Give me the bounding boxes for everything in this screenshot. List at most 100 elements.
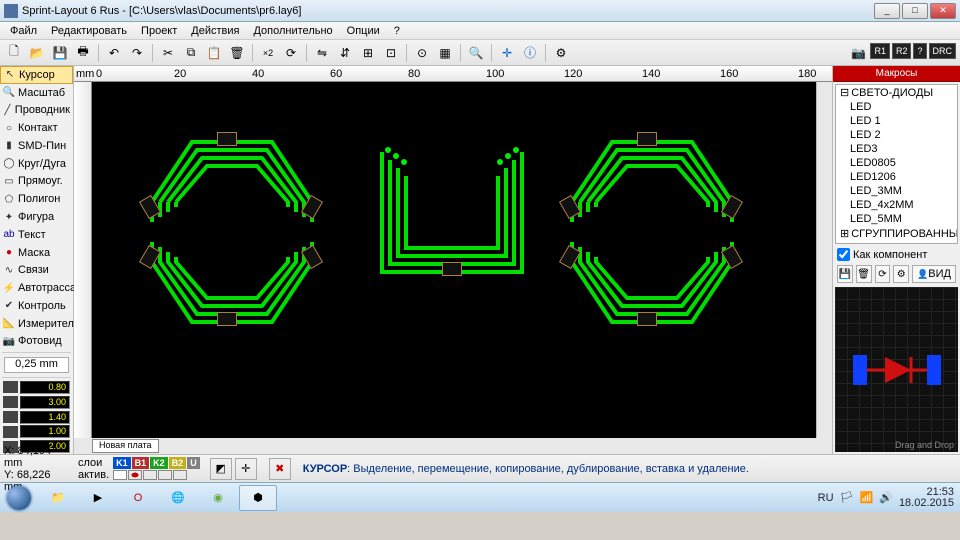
tool-Круг/Дуга[interactable]: ◯Круг/Дуга (0, 155, 73, 173)
redo-button[interactable]: ↷ (127, 43, 147, 63)
task-chrome[interactable]: 🌐 (159, 485, 197, 511)
menu-1[interactable]: Редактировать (45, 23, 133, 39)
info-button[interactable]: ⓘ (520, 43, 540, 63)
tree-item-LED3[interactable]: LED3 (836, 142, 957, 156)
menu-2[interactable]: Проект (135, 23, 183, 39)
chip-R2[interactable]: R2 (892, 43, 912, 59)
as-component-checkbox[interactable] (837, 248, 850, 261)
tree-item-LED_4x2MM[interactable]: LED_4x2MM (836, 198, 957, 212)
mirror-v-button[interactable]: ⇵ (335, 43, 355, 63)
menu-4[interactable]: Дополнительно (247, 23, 338, 39)
tool-Проводник[interactable]: ╱Проводник (0, 102, 73, 120)
status-btn-2[interactable]: ✛ (235, 458, 257, 480)
close-button[interactable]: ✕ (930, 3, 956, 19)
copy-button[interactable]: ⧉ (181, 43, 201, 63)
layer-K2[interactable]: K2 (150, 457, 168, 469)
tree-group[interactable]: СВЕТО-ДИОДЫ (836, 85, 957, 100)
maximize-button[interactable]: □ (902, 3, 928, 19)
param-0[interactable]: 0.80 (20, 381, 70, 394)
tree-item-LED_3MM[interactable]: LED_3MM (836, 184, 957, 198)
chip-DRC[interactable]: DRC (929, 43, 957, 59)
tray-network-icon[interactable]: 📶 (860, 491, 874, 504)
macro-preview[interactable]: Drag and Drop (835, 287, 958, 452)
param-1[interactable]: 3.00 (20, 396, 70, 409)
tree-item-LED_5MM[interactable]: LED_5MM (836, 212, 957, 226)
save-button[interactable]: 💾 (50, 43, 70, 63)
cut-button[interactable]: ✂ (158, 43, 178, 63)
tree-item-LED 1[interactable]: LED 1 (836, 114, 957, 128)
macros-tree[interactable]: СВЕТО-ДИОДЫLEDLED 1LED 2LED3LED0805LED12… (835, 84, 958, 244)
tool-SMD-Пин[interactable]: ▮SMD-Пин (0, 137, 73, 155)
grid-value[interactable]: 0,25 mm (4, 357, 69, 373)
task-opera[interactable]: O (119, 485, 157, 511)
zoom-button[interactable]: 🔍 (466, 43, 486, 63)
macro-save-button[interactable]: 💾 (837, 265, 853, 283)
tool-Фигура[interactable]: ✦Фигура (0, 208, 73, 226)
chip-?[interactable]: ? (913, 43, 926, 59)
new-file-button[interactable]: 🗋 (4, 43, 24, 63)
tray-flag-icon[interactable]: 🏳 (840, 491, 854, 504)
tray-volume-icon[interactable]: 🔊 (879, 491, 893, 504)
tree-item-LED[interactable]: LED (836, 100, 957, 114)
tool-Фотовид[interactable]: 📷Фотовид (0, 333, 73, 351)
camera-icon[interactable]: 📷 (848, 43, 868, 63)
gear-button[interactable]: ⚙ (551, 43, 571, 63)
layer-B2[interactable]: B2 (169, 457, 187, 469)
task-explorer[interactable]: 📁 (39, 485, 77, 511)
status-cancel-icon[interactable]: ✖ (269, 458, 291, 480)
delete-button[interactable]: 🗑 (227, 43, 247, 63)
tool-Прямоуг.[interactable]: ▭Прямоуг. (0, 173, 73, 191)
tree-item-LED 2[interactable]: LED 2 (836, 128, 957, 142)
print-button[interactable]: 🖶 (73, 43, 93, 63)
status-btn-1[interactable]: ◩ (210, 458, 232, 480)
tray-clock[interactable]: 21:53 18.02.2015 (899, 487, 954, 509)
tool-Текст[interactable]: abТекст (0, 226, 73, 244)
tool-Масштаб[interactable]: 🔍Масштаб (0, 84, 73, 102)
macro-delete-button[interactable]: 🗑 (856, 265, 872, 283)
menu-0[interactable]: Файл (4, 23, 43, 39)
macro-settings-button[interactable]: ⚙ (893, 265, 909, 283)
mirror-h-button[interactable]: ⇋ (312, 43, 332, 63)
tool-Контроль[interactable]: ✔Контроль (0, 297, 73, 315)
param-3[interactable]: 1.00 (20, 425, 70, 438)
tree-item-LED0805[interactable]: LED0805 (836, 156, 957, 170)
tree-collapsed-СГРУППИРОВАННЫЕ ОТВЕР[interactable]: СГРУППИРОВАННЫЕ ОТВЕР (836, 226, 957, 241)
tool-Контакт[interactable]: ○Контакт (0, 119, 73, 137)
task-app[interactable]: ⬢ (239, 485, 277, 511)
pcb-canvas[interactable] (92, 82, 816, 438)
menu-6[interactable]: ? (388, 23, 406, 39)
layer-U[interactable]: U (187, 457, 200, 469)
layer-K1[interactable]: K1 (113, 457, 131, 469)
paste-button[interactable]: 📋 (204, 43, 224, 63)
tree-item-LED1206[interactable]: LED1206 (836, 170, 957, 184)
tool-Полигон[interactable]: ⬠Полигон (0, 190, 73, 208)
align-button[interactable]: ⊞ (358, 43, 378, 63)
task-media[interactable]: ▶ (79, 485, 117, 511)
crosshair-button[interactable]: ✛ (497, 43, 517, 63)
rotate-button[interactable]: ⟳ (281, 43, 301, 63)
horizontal-scrollbar[interactable]: Новая плата (74, 438, 832, 454)
tool-Маска[interactable]: ●Маска (0, 244, 73, 262)
minimize-button[interactable]: _ (874, 3, 900, 19)
board-tab[interactable]: Новая плата (92, 439, 159, 453)
tool-Автотрасса[interactable]: ⚡Автотрасса (0, 279, 73, 297)
group-button[interactable]: ⊡ (381, 43, 401, 63)
vertical-scrollbar[interactable] (816, 82, 832, 438)
tool-Измеритель[interactable]: 📐Измеритель (0, 315, 73, 333)
param-2[interactable]: 1.40 (20, 411, 70, 424)
menu-5[interactable]: Опции (341, 23, 386, 39)
macro-rotate-button[interactable]: ⟳ (875, 265, 891, 283)
layer-button[interactable]: ▦ (435, 43, 455, 63)
macro-view-button[interactable]: 👤 ВИД (912, 265, 956, 283)
undo-button[interactable]: ↶ (104, 43, 124, 63)
chip-R1[interactable]: R1 (870, 43, 890, 59)
layer-B1[interactable]: B1 (132, 457, 150, 469)
snap-button[interactable]: ⊙ (412, 43, 432, 63)
tray-lang[interactable]: RU (818, 492, 834, 504)
menu-3[interactable]: Действия (185, 23, 245, 39)
task-android[interactable]: ◉ (199, 485, 237, 511)
tool-Связи[interactable]: ∿Связи (0, 261, 73, 279)
scale-button[interactable]: ×2 (258, 43, 278, 63)
open-file-button[interactable]: 📂 (27, 43, 47, 63)
start-button[interactable] (0, 483, 38, 513)
